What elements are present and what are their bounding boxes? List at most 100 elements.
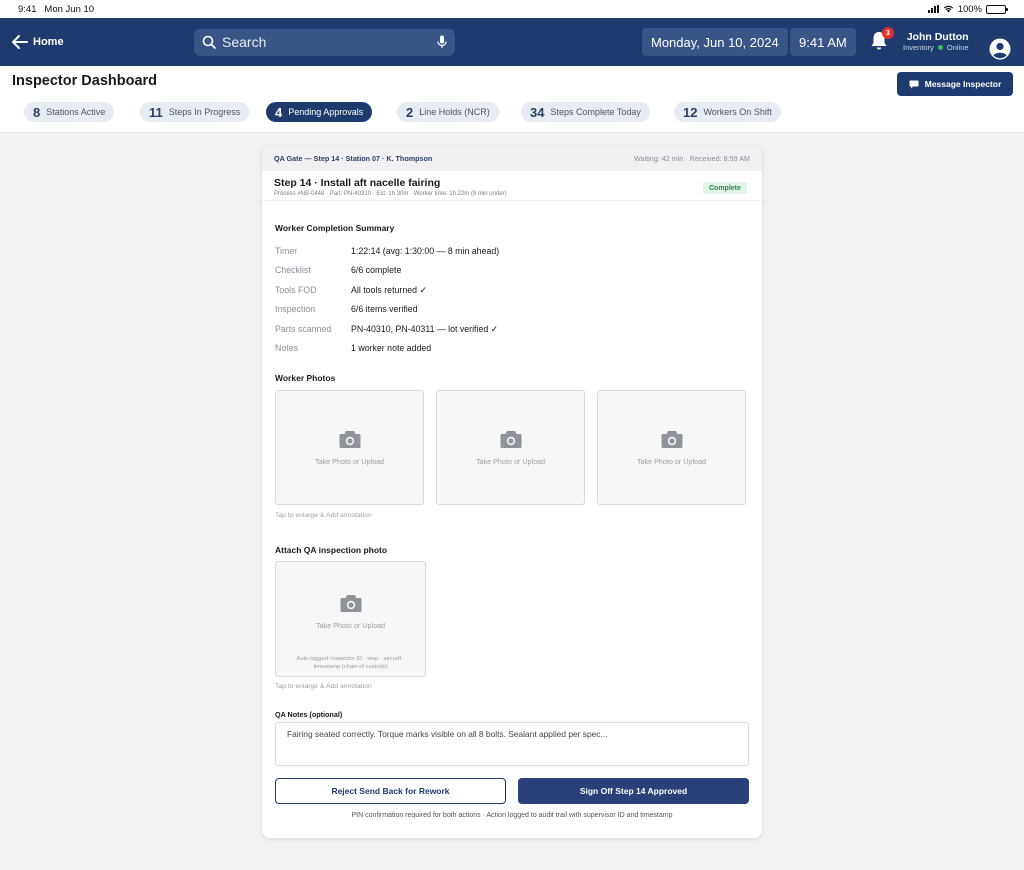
summary-row: Parts scanned PN-40310, PN-40311 — lot ve… <box>275 324 498 335</box>
summary-value: 6/6 complete <box>351 265 402 275</box>
card-context-bar: QA Gate — Step 14 · Station 07 · K. Thom… <box>262 145 762 171</box>
home-button[interactable]: Home <box>12 35 64 49</box>
summary-key: Checklist <box>275 265 311 275</box>
online-dot <box>937 45 943 50</box>
stat-number: 4 <box>275 104 283 120</box>
summary-row: Tools FOD All tools returned ✓ <box>275 285 427 296</box>
time-display: 9:41 AM <box>790 28 856 56</box>
stat-label: Line Holds (NCR) <box>419 107 490 117</box>
qa-photo-label: Take Photo or Upload <box>315 621 386 630</box>
action-footnote: PIN confirmation required for both actio… <box>351 812 673 819</box>
stat-stations-active[interactable]: 8 Stations Active <box>24 102 115 122</box>
summary-key: Inspection <box>275 304 316 314</box>
message-inspector-label: Message Inspector <box>924 79 1002 89</box>
summary-value: 1 worker note added <box>351 343 432 353</box>
reject-button[interactable]: Reject Send Back for Rework <box>275 778 506 804</box>
message-inspector-button[interactable]: Message Inspector <box>897 72 1013 96</box>
stat-line-holds[interactable]: 2 Line Holds (NCR) <box>397 102 499 122</box>
stat-number: 11 <box>149 104 163 120</box>
summary-value: All tools returned ✓ <box>351 285 427 295</box>
stat-number: 34 <box>530 104 545 120</box>
card-context: QA Gate — Step 14 · Station 07 · K. Thom… <box>274 153 433 163</box>
wifi-icon <box>943 5 953 13</box>
notification-badge: 3 <box>882 27 894 39</box>
summary-row: Timer 1:22:14 (avg: 1:30:00 — 8 min ahead… <box>275 246 499 256</box>
qa-notes-label: QA Notes (optional) <box>275 710 343 719</box>
stat-number: 2 <box>406 104 414 120</box>
camera-icon <box>500 430 521 448</box>
approval-card: QA Gate — Step 14 · Station 07 · K. Thom… <box>262 145 762 838</box>
waiting-info: Waiting: 42 min · Received: 8:59 AM <box>634 153 750 163</box>
qa-photo-caption: Auto-tagged: inspector ID · step · aircr… <box>296 656 405 671</box>
summary-key: Tools FOD <box>275 285 317 295</box>
user-role: Inventory <box>903 43 934 52</box>
camera-icon <box>339 430 360 448</box>
summary-value: PN-40310, PN-40311 — lot verified ✓ <box>351 324 499 334</box>
qa-photo-slot[interactable]: Take Photo or Upload Auto-tagged: inspec… <box>275 561 426 677</box>
status-left: 9:41 Mon Jun 10 <box>18 4 94 15</box>
worker-photo-slot[interactable]: Take Photo or Upload <box>436 390 585 505</box>
stat-number: 8 <box>33 104 41 120</box>
search-icon <box>202 35 216 49</box>
camera-icon <box>340 595 361 612</box>
stat-number: 12 <box>683 104 698 120</box>
worker-photos-title: Worker Photos <box>275 373 336 383</box>
summary-value: 1:22:14 (avg: 1:30:00 — 8 min ahead) <box>351 246 500 256</box>
battery-icon <box>986 4 1008 14</box>
worker-photo-slot[interactable]: Take Photo or Upload <box>597 390 746 505</box>
status-bar: 9:41 Mon Jun 10 100% <box>0 0 1024 18</box>
search-input[interactable] <box>222 34 431 50</box>
qa-photo-title: Attach QA inspection photo <box>275 545 388 555</box>
summary-key: Parts scanned <box>275 324 332 334</box>
stat-label: Workers On Shift <box>703 107 772 117</box>
summary-row: Notes 1 worker note added <box>275 343 431 353</box>
arrow-left-icon <box>12 35 28 49</box>
user-sub: Inventory Online <box>903 43 969 52</box>
user-info[interactable]: John Dutton Inventory Online <box>903 31 969 52</box>
chat-icon <box>909 80 919 88</box>
step-meta: Process #NB-0448 · Part: PN-40310 · Est:… <box>274 191 507 197</box>
search-bar[interactable] <box>194 28 455 56</box>
step-header: Step 14 · Install aft nacelle fairing Pr… <box>274 177 507 197</box>
status-badge: Complete <box>703 182 747 194</box>
stat-workers-on-shift[interactable]: 12 Workers On Shift <box>674 102 781 122</box>
summary-key: Timer <box>275 246 298 256</box>
qa-photo-hint: Tap to enlarge & Add annotation <box>275 683 372 690</box>
photo-label: Take Photo or Upload <box>314 456 385 466</box>
page-title: Inspector Dashboard <box>12 73 158 89</box>
qa-notes-input[interactable]: Fairing seated correctly. Torque marks v… <box>275 722 749 766</box>
summary-row: Inspection 6/6 items verified <box>275 304 418 314</box>
date-display: Monday, Jun 10, 2024 <box>642 28 788 56</box>
signal-icon <box>927 5 939 13</box>
summary-title: Worker Completion Summary <box>275 223 395 233</box>
notifications-button[interactable]: 3 <box>868 27 894 52</box>
status-date: Mon Jun 10 <box>44 3 95 15</box>
battery-percent: 100% <box>957 3 982 15</box>
top-nav: Home Monday, Jun 10, 2024 9:41 AM 3 John… <box>0 18 1024 66</box>
status-right: 100% <box>927 3 1008 15</box>
worker-photo-slot[interactable]: Take Photo or Upload <box>275 390 424 505</box>
avatar-icon[interactable] <box>989 38 1011 60</box>
stat-pending-approvals[interactable]: 4 Pending Approvals <box>266 102 373 122</box>
sign-off-button[interactable]: Sign Off Step 14 Approved <box>518 778 749 804</box>
camera-icon <box>661 430 682 448</box>
dashboard-header: Inspector Dashboard Message Inspector 8 … <box>0 66 1024 133</box>
stat-label: Steps Complete Today <box>550 107 641 117</box>
status-time: 9:41 <box>18 3 37 15</box>
stat-steps-complete-today[interactable]: 34 Steps Complete Today <box>521 102 650 122</box>
user-status: Online <box>946 43 969 52</box>
summary-key: Notes <box>275 343 298 353</box>
step-title: Step 14 · Install aft nacelle fairing <box>274 177 441 189</box>
user-name: John Dutton <box>906 31 969 43</box>
photo-label: Take Photo or Upload <box>475 456 546 466</box>
home-label: Home <box>33 36 64 48</box>
stat-steps-in-progress[interactable]: 11 Steps In Progress <box>140 102 250 122</box>
photo-label: Take Photo or Upload <box>636 456 707 466</box>
summary-value: 6/6 items verified <box>351 304 418 314</box>
microphone-icon[interactable] <box>437 35 447 49</box>
photos-hint: Tap to enlarge & Add annotation <box>275 512 372 519</box>
stat-label: Stations Active <box>46 107 106 117</box>
stat-label: Pending Approvals <box>288 107 364 117</box>
stat-label: Steps In Progress <box>168 107 241 117</box>
divider <box>262 200 762 201</box>
